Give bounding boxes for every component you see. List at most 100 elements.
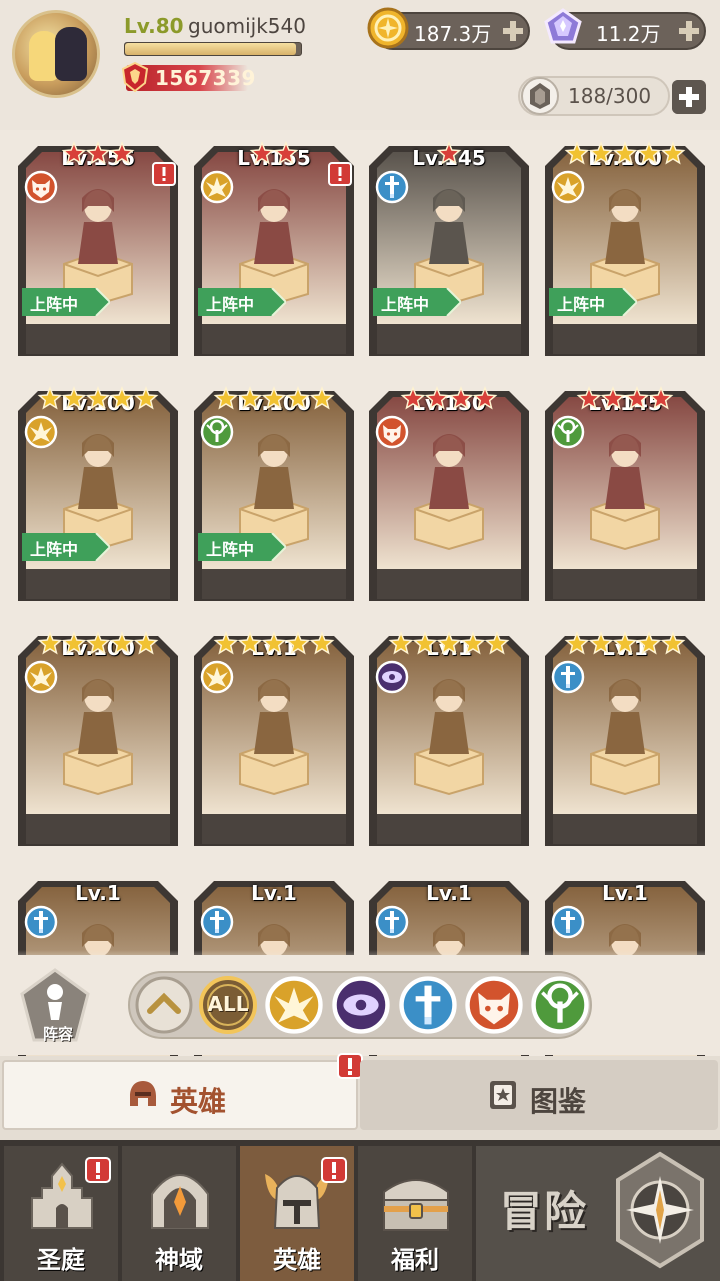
hero-portrait <box>605 679 645 754</box>
tab-heroes-label: 英雄 <box>170 1085 227 1118</box>
hero-slot-icon <box>521 77 559 115</box>
gem-plus-button[interactable] <box>676 18 702 44</box>
star-icon <box>237 631 263 655</box>
hero-portrait <box>605 189 645 264</box>
star-icon <box>660 141 686 165</box>
gold-coin-icon <box>367 7 409 49</box>
diamond-gem-icon <box>544 8 582 44</box>
filter-all-button[interactable]: ALL <box>198 975 258 1035</box>
light-faction-icon <box>551 170 585 204</box>
filter-dark-faction-icon[interactable] <box>331 975 391 1035</box>
hero-card[interactable]: Lv.150 <box>367 385 531 603</box>
hero-portrait <box>254 189 294 264</box>
star-icon <box>660 631 686 655</box>
nav-sanctuary-label: 圣庭 <box>37 1246 85 1274</box>
star-icon <box>636 631 662 655</box>
sort-chevron-up-icon[interactable] <box>134 975 194 1035</box>
star-rating <box>436 141 462 165</box>
star-rating <box>213 386 335 410</box>
star-rating <box>576 386 674 410</box>
hero-card[interactable]: Lv.1 <box>367 630 531 848</box>
hero-slot-value: 188/300 <box>568 84 652 108</box>
hero-slot-plus-button[interactable] <box>672 80 706 114</box>
star-icon <box>109 631 135 655</box>
combat-power-icon <box>121 61 149 93</box>
star-icon <box>636 141 662 165</box>
nature-faction-icon <box>200 415 234 449</box>
adventure-label: 冒险 <box>500 1187 589 1236</box>
star-icon <box>588 631 614 655</box>
star-icon <box>388 631 414 655</box>
sword-faction-icon <box>375 170 409 204</box>
filter-wolf-faction-icon[interactable] <box>464 975 524 1035</box>
gem-value: 11.2万 <box>596 22 661 46</box>
gold-plus-button[interactable] <box>500 18 526 44</box>
light-faction-icon <box>24 660 58 694</box>
welfare-chest-icon <box>383 1179 449 1231</box>
player-name: guomijk540 <box>188 14 306 38</box>
hero-card[interactable]: Lv.145上阵中 <box>367 140 531 358</box>
xp-bar <box>124 42 302 56</box>
hero-level: Lv.1 <box>75 881 121 905</box>
star-icon <box>213 386 239 410</box>
nav-sanctuary-alert-icon <box>85 1157 111 1183</box>
hero-card[interactable]: Lv.100上阵中 <box>543 140 707 358</box>
star-icon <box>460 631 486 655</box>
hero-helmet-icon <box>130 1081 156 1106</box>
star-icon <box>648 386 674 410</box>
star-icon <box>624 386 650 410</box>
sword-faction-icon <box>200 905 234 939</box>
hero-card[interactable]: Lv.155 上阵中 <box>192 140 356 358</box>
nav-heroes-alert-icon <box>321 1157 347 1183</box>
filter-light-faction-icon[interactable] <box>264 975 324 1035</box>
star-rating <box>37 386 159 410</box>
star-icon <box>133 631 159 655</box>
sword-faction-icon <box>551 905 585 939</box>
star-icon <box>237 386 263 410</box>
star-icon <box>612 631 638 655</box>
star-icon <box>436 141 462 165</box>
hero-card[interactable]: Lv.100上阵中 <box>16 385 180 603</box>
deployed-label: 上阵中 <box>206 540 255 559</box>
hero-portrait <box>78 434 118 509</box>
star-rating <box>61 141 135 165</box>
star-icon <box>588 141 614 165</box>
star-icon <box>612 141 638 165</box>
star-icon <box>600 386 626 410</box>
hero-portrait <box>78 679 118 754</box>
wolf-faction-icon <box>24 170 58 204</box>
hero-portrait <box>429 189 469 264</box>
star-rating <box>400 386 498 410</box>
hero-card[interactable]: Lv.1 <box>192 630 356 848</box>
star-icon <box>37 631 63 655</box>
adventure-compass-icon <box>616 1151 704 1269</box>
star-rating <box>213 631 335 655</box>
player-avatar[interactable] <box>12 10 100 98</box>
hero-card[interactable]: Lv.145 <box>543 385 707 603</box>
light-faction-icon <box>200 170 234 204</box>
star-icon <box>448 386 474 410</box>
hero-level: Lv.1 <box>251 881 297 905</box>
hero-portrait <box>605 434 645 509</box>
tab-codex-label: 图鉴 <box>530 1085 587 1118</box>
star-icon <box>85 631 111 655</box>
hero-card[interactable]: Lv.100 <box>16 630 180 848</box>
star-icon <box>61 386 87 410</box>
deployed-label: 上阵中 <box>30 295 79 314</box>
star-icon <box>472 386 498 410</box>
light-faction-icon <box>24 415 58 449</box>
sword-faction-icon <box>551 660 585 694</box>
deployed-label: 上阵中 <box>30 540 79 559</box>
hero-portrait <box>78 189 118 264</box>
hero-card[interactable]: Lv.100上阵中 <box>192 385 356 603</box>
star-icon <box>249 141 275 165</box>
filter-sword-faction-icon[interactable] <box>398 975 458 1035</box>
star-icon <box>484 631 510 655</box>
hero-card[interactable]: Lv.1 <box>543 630 707 848</box>
xp-bar-fill <box>125 43 296 55</box>
filter-nature-faction-icon[interactable] <box>530 975 590 1035</box>
combat-power-value: 1567339 <box>155 66 256 90</box>
star-icon <box>213 631 239 655</box>
hero-portrait <box>254 434 294 509</box>
hero-card[interactable]: Lv.156上阵中 <box>16 140 180 358</box>
